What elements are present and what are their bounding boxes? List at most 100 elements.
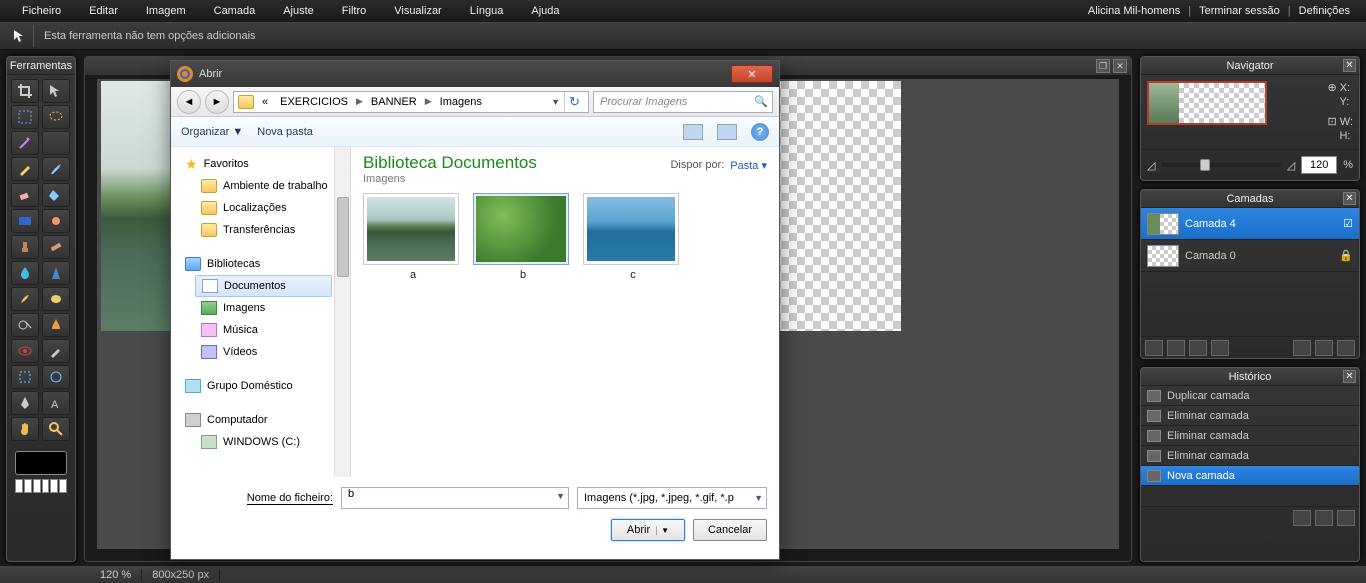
type-tool[interactable]: A [42, 391, 70, 415]
history-delete-button[interactable] [1337, 510, 1355, 526]
settings-link[interactable]: Definições [1291, 5, 1358, 17]
canvas-maximize-button[interactable]: ❐ [1096, 59, 1110, 73]
zoom-in-icon[interactable]: ◿ [1287, 159, 1295, 172]
liquify-tool[interactable] [42, 365, 70, 389]
wand-tool[interactable] [11, 131, 39, 155]
sidebar-images[interactable]: Imagens [171, 297, 350, 319]
view-mode-button[interactable] [683, 124, 703, 140]
sidebar-documents[interactable]: Documentos [195, 275, 332, 297]
layer-lock-icon[interactable]: 🔒 [1339, 249, 1353, 262]
zoom-tool[interactable] [42, 417, 70, 441]
history-undo-button[interactable] [1293, 510, 1311, 526]
layers-close-button[interactable]: ✕ [1343, 192, 1356, 205]
file-thumb-b[interactable]: b [473, 193, 573, 281]
user-name[interactable]: Alicina Mil-homens [1080, 5, 1188, 17]
sidebar-music[interactable]: Música [171, 319, 350, 341]
layer-up-button[interactable] [1211, 340, 1229, 356]
layer-flatten-button[interactable] [1315, 340, 1333, 356]
crop-tool[interactable] [11, 79, 39, 103]
canvas-close-button[interactable]: ✕ [1113, 59, 1127, 73]
layer-delete-button[interactable] [1337, 340, 1355, 356]
color-swatch-main[interactable] [15, 451, 67, 475]
refresh-button[interactable]: ↻ [564, 92, 584, 112]
sidebar-desktop[interactable]: Ambiente de trabalho [171, 175, 350, 197]
breadcrumb[interactable]: BANNER [367, 96, 421, 108]
eyedropper-tool[interactable] [42, 339, 70, 363]
sponge-tool[interactable] [42, 287, 70, 311]
filename-input[interactable]: b▼ [341, 487, 569, 509]
sidebar-libraries[interactable]: Bibliotecas [171, 253, 350, 275]
marquee-tool[interactable] [11, 105, 39, 129]
address-bar[interactable]: « EXERCICIOS▶ BANNER▶ Imagens ▼ ↻ [233, 91, 589, 113]
filetype-select[interactable]: Imagens (*.jpg, *.jpeg, *.gif, *.p▼ [577, 487, 767, 509]
layer-dup-button[interactable] [1189, 340, 1207, 356]
heal-tool[interactable] [42, 235, 70, 259]
organize-button[interactable]: Organizar ▼ [181, 126, 243, 138]
nav-back-button[interactable]: ◄ [177, 90, 201, 114]
sharpen-tool[interactable] [42, 261, 70, 285]
open-button[interactable]: Abrir▼ [611, 519, 685, 541]
sidebar-locations[interactable]: Localizações [171, 197, 350, 219]
menu-visualizar[interactable]: Visualizar [380, 5, 456, 17]
menu-camada[interactable]: Camada [200, 5, 270, 17]
shape-tool[interactable] [11, 365, 39, 389]
empty-tool-1[interactable] [42, 131, 70, 155]
history-close-button[interactable]: ✕ [1343, 370, 1356, 383]
stamp-tool[interactable] [11, 235, 39, 259]
menu-lingua[interactable]: Língua [456, 5, 518, 17]
move-tool[interactable] [42, 79, 70, 103]
history-redo-button[interactable] [1315, 510, 1333, 526]
history-item[interactable]: Duplicar camada [1141, 386, 1359, 406]
brush-tool[interactable] [42, 157, 70, 181]
layer-row[interactable]: Camada 4 ☑ [1141, 208, 1359, 240]
sidebar-computer[interactable]: Computador [171, 409, 350, 431]
navigator-close-button[interactable]: ✕ [1343, 59, 1356, 72]
menu-ajuda[interactable]: Ajuda [517, 5, 573, 17]
file-thumb-a[interactable]: a [363, 193, 463, 281]
zoom-out-icon[interactable]: ◿ [1147, 159, 1155, 172]
menu-filtro[interactable]: Filtro [328, 5, 380, 17]
sidebar-downloads[interactable]: Transferências [171, 219, 350, 241]
arrange-by[interactable]: Dispor por: Pasta ▾ [670, 159, 767, 172]
history-item[interactable]: Eliminar camada [1141, 446, 1359, 466]
menu-ficheiro[interactable]: Ficheiro [8, 5, 75, 17]
navigator-thumbnail[interactable] [1147, 81, 1267, 125]
eraser-tool[interactable] [11, 183, 39, 207]
gradient-tool[interactable] [11, 209, 39, 233]
pen-tool[interactable] [11, 391, 39, 415]
layer-mask-button[interactable] [1167, 340, 1185, 356]
sidebar-scrollbar[interactable] [334, 147, 350, 477]
sidebar-homegroup[interactable]: Grupo Doméstico [171, 375, 350, 397]
new-folder-button[interactable]: Nova pasta [257, 126, 313, 138]
breadcrumb[interactable]: EXERCICIOS [276, 96, 352, 108]
dialog-titlebar[interactable]: Abrir ✕ [171, 61, 779, 87]
blur-tool[interactable] [11, 261, 39, 285]
lasso-tool[interactable] [42, 105, 70, 129]
signout-link[interactable]: Terminar sessão [1191, 5, 1288, 17]
help-button[interactable]: ? [751, 123, 769, 141]
sidebar-drive-c[interactable]: WINDOWS (C:) [171, 431, 350, 453]
pencil-tool[interactable] [11, 157, 39, 181]
layer-visible-checkbox[interactable]: ☑ [1343, 217, 1353, 230]
layer-merge-button[interactable] [1293, 340, 1311, 356]
history-item[interactable]: Eliminar camada [1141, 426, 1359, 446]
redeye-tool[interactable] [11, 339, 39, 363]
sidebar-favorites[interactable]: ★Favoritos [171, 153, 350, 175]
zoom-input[interactable]: 120 [1301, 156, 1337, 174]
breadcrumb[interactable]: Imagens [436, 96, 486, 108]
preview-pane-button[interactable] [717, 124, 737, 140]
file-thumb-c[interactable]: c [583, 193, 683, 281]
clone-tool[interactable] [42, 209, 70, 233]
menu-editar[interactable]: Editar [75, 5, 132, 17]
bucket-tool[interactable] [42, 183, 70, 207]
menu-ajuste[interactable]: Ajuste [269, 5, 328, 17]
sidebar-videos[interactable]: Vídeos [171, 341, 350, 363]
zoom-slider[interactable] [1161, 163, 1280, 167]
dialog-close-button[interactable]: ✕ [731, 65, 773, 83]
dodge-tool[interactable] [11, 313, 39, 337]
history-item[interactable]: Eliminar camada [1141, 406, 1359, 426]
layer-row[interactable]: Camada 0 🔒 [1141, 240, 1359, 272]
hand-tool[interactable] [11, 417, 39, 441]
nav-forward-button[interactable]: ► [205, 90, 229, 114]
menu-imagem[interactable]: Imagem [132, 5, 200, 17]
